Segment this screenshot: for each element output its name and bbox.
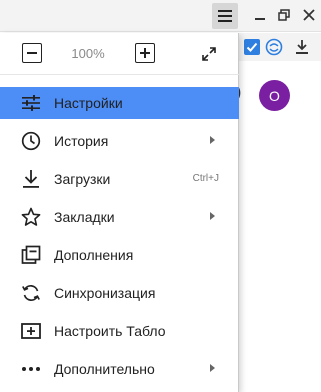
avatar-initial: O bbox=[269, 87, 280, 104]
menu-item-label: Настроить Табло bbox=[54, 323, 166, 339]
settings-sliders-icon bbox=[20, 92, 42, 114]
minimize-icon bbox=[255, 18, 265, 20]
zoom-level: 100% bbox=[71, 46, 105, 61]
sync-icon bbox=[20, 282, 42, 304]
browser-titlebar bbox=[0, 0, 321, 32]
sync-status-button[interactable] bbox=[264, 37, 284, 57]
plus-icon bbox=[140, 48, 150, 58]
checkbox-checked-icon bbox=[244, 39, 260, 55]
menu-item-label: Загрузки bbox=[54, 171, 111, 187]
menu-item-history[interactable]: История bbox=[0, 125, 239, 157]
download-icon bbox=[296, 40, 308, 54]
menu-item-more[interactable]: Дополнительно bbox=[0, 353, 239, 385]
menu-item-downloads[interactable]: Загрузки Ctrl+J bbox=[0, 163, 239, 195]
menu-item-label: Дополнительно bbox=[54, 361, 155, 377]
menu-item-label: Дополнения bbox=[54, 247, 134, 263]
minimize-button[interactable] bbox=[248, 3, 272, 27]
zoom-out-button[interactable] bbox=[22, 43, 42, 63]
close-icon bbox=[303, 9, 315, 21]
restore-icon bbox=[278, 9, 290, 21]
menu-item-sync[interactable]: Синхронизация bbox=[0, 277, 239, 309]
add-tab-icon bbox=[20, 320, 42, 342]
close-button[interactable] bbox=[297, 3, 321, 27]
menu-item-label: История bbox=[54, 133, 109, 149]
download-icon bbox=[20, 168, 42, 190]
main-menu: 100% Настройки История Загрузки Ctrl+J З… bbox=[0, 33, 239, 392]
zoom-in-button[interactable] bbox=[135, 43, 155, 63]
menu-item-label: Настройки bbox=[54, 95, 123, 111]
downloads-button[interactable] bbox=[292, 37, 312, 57]
menu-item-label: Закладки bbox=[54, 209, 115, 225]
shortcut-hint: Ctrl+J bbox=[192, 173, 219, 184]
submenu-arrow-icon bbox=[210, 364, 215, 372]
submenu-arrow-icon bbox=[210, 212, 215, 220]
fullscreen-icon bbox=[202, 47, 216, 61]
addons-icon bbox=[20, 244, 42, 266]
submenu-arrow-icon bbox=[210, 136, 215, 144]
fullscreen-button[interactable] bbox=[198, 43, 220, 65]
sync-circle-icon bbox=[265, 38, 283, 56]
minus-icon bbox=[27, 52, 37, 54]
avatar[interactable]: O bbox=[259, 80, 290, 111]
clock-icon bbox=[20, 130, 42, 152]
menu-button[interactable] bbox=[212, 3, 238, 29]
menu-item-customize-tableau[interactable]: Настроить Табло bbox=[0, 315, 239, 347]
browser-toolbar bbox=[238, 33, 321, 61]
menu-item-bookmarks[interactable]: Закладки bbox=[0, 201, 239, 233]
extension-check-button[interactable] bbox=[242, 37, 262, 57]
star-icon bbox=[20, 206, 42, 228]
zoom-controls: 100% bbox=[0, 33, 239, 75]
menu-item-label: Синхронизация bbox=[54, 285, 156, 301]
restore-button[interactable] bbox=[272, 3, 296, 27]
menu-item-addons[interactable]: Дополнения bbox=[0, 239, 239, 271]
menu-item-settings[interactable]: Настройки bbox=[0, 87, 239, 119]
hamburger-icon bbox=[218, 10, 232, 22]
more-dots-icon bbox=[20, 358, 42, 380]
